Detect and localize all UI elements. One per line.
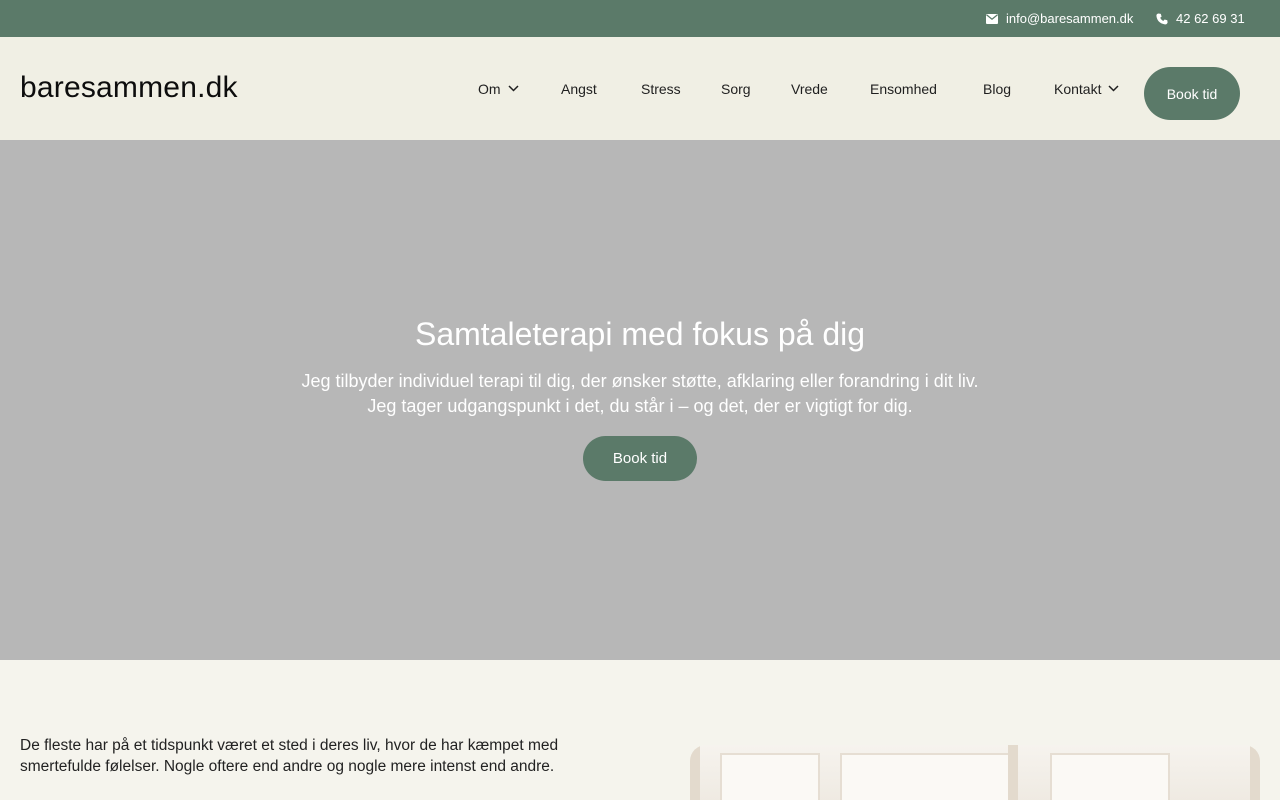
hero-title: Samtaleterapi med fokus på dig [414, 316, 866, 352]
photo-frame-right [1250, 745, 1260, 800]
nav-label-om: Om [478, 80, 501, 97]
photo-window [720, 753, 820, 800]
phone-text: 42 62 69 31 [1176, 11, 1245, 26]
nav-item-om[interactable]: Om [478, 37, 519, 140]
chevron-down-icon [1108, 85, 1120, 92]
nav-item-ensomhed[interactable]: Ensomhed [870, 37, 937, 140]
nav-item-sorg[interactable]: Sorg [721, 37, 751, 140]
hero-section: Samtaleterapi med fokus på dig Jeg tilby… [0, 140, 1280, 660]
photo-window [1050, 753, 1170, 800]
site-logo[interactable]: baresammen.dk [20, 71, 238, 105]
top-contact-bar: info@baresammen.dk 42 62 69 31 [0, 0, 1280, 37]
nav-item-vrede[interactable]: Vrede [791, 37, 828, 140]
nav-item-angst[interactable]: Angst [561, 37, 597, 140]
nav-label-kontakt: Kontakt [1054, 80, 1102, 97]
hero-subtitle-line-1: Jeg tilbyder individuel terapi til dig, … [301, 371, 979, 391]
site-header: baresammen.dk Om Angst Stress Sorg Vrede… [0, 37, 1280, 140]
email-link[interactable]: info@baresammen.dk [986, 0, 1133, 37]
nav-item-kontakt[interactable]: Kontakt [1054, 37, 1120, 140]
chevron-down-icon [508, 85, 519, 92]
phone-link[interactable]: 42 62 69 31 [1156, 0, 1245, 37]
hero-subtitle-line-2: Jeg tager udgangspunkt i det, du står i … [367, 396, 913, 416]
nav-item-blog[interactable]: Blog [983, 37, 1011, 140]
envelope-icon [986, 13, 998, 24]
photo-window [840, 753, 1010, 800]
phone-icon [1156, 13, 1168, 24]
nav-item-stress[interactable]: Stress [641, 37, 681, 140]
intro-text: De fleste har på et tidspunkt været et s… [20, 737, 559, 775]
photo-frame-left [690, 745, 700, 800]
therapist-photo [690, 745, 1260, 800]
email-text: info@baresammen.dk [1006, 11, 1134, 26]
photo-frame-mid [1008, 745, 1018, 800]
book-button-header[interactable]: Book tid [1144, 67, 1240, 120]
book-button-hero[interactable]: Book tid [583, 436, 697, 481]
